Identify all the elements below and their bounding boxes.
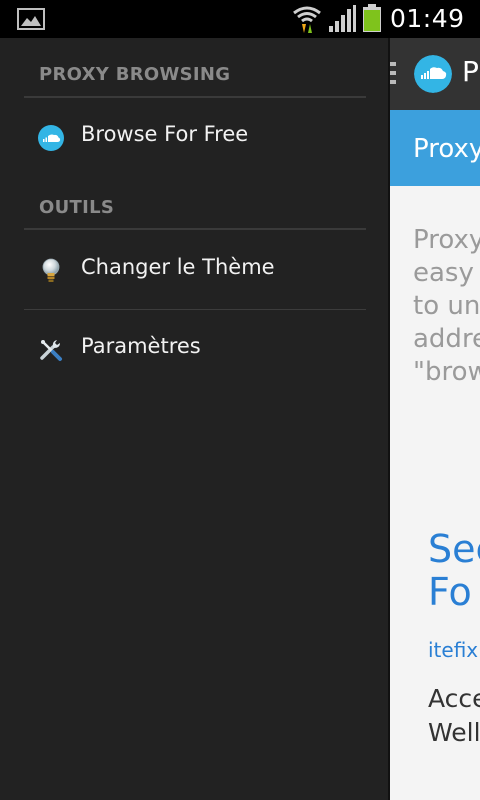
wifi-icon [293, 6, 321, 33]
section-header-outils: OUTILS [39, 197, 115, 218]
app-logo-icon[interactable] [414, 55, 452, 93]
intro-line: "brow [413, 357, 480, 387]
section-divider [24, 228, 366, 230]
action-bar: P [390, 38, 480, 110]
navigation-drawer: PROXY BROWSING Browse For Free OUTILS Ch… [0, 38, 388, 800]
battery-icon [363, 4, 381, 32]
drawer-item-browse-for-free[interactable]: Browse For Free [0, 108, 388, 168]
tools-icon [40, 340, 62, 361]
action-bar-title: P [462, 55, 479, 88]
item-divider [24, 309, 366, 310]
drawer-item-changer-le-theme[interactable]: Changer le Thème [0, 241, 388, 301]
drawer-item-label: Browse For Free [81, 122, 249, 146]
drawer-item-label: Changer le Thème [81, 255, 275, 279]
main-content: P Proxy Proxy easy to un addre "brow Sec… [390, 38, 480, 800]
result-description: Acce Well [428, 682, 480, 750]
band-title: Proxy [413, 134, 480, 164]
intro-text: Proxy easy to un addre "brow [413, 224, 480, 389]
drawer-indicator-icon[interactable] [390, 62, 396, 88]
clock: 01:49 [390, 4, 465, 33]
description-line: Acce [428, 684, 480, 713]
section-header-proxy-browsing: PROXY BROWSING [39, 64, 231, 85]
status-bar: 01:49 [0, 0, 480, 38]
cloud-icon [38, 125, 64, 151]
intro-line: addre [413, 324, 480, 354]
gallery-icon [17, 8, 45, 30]
result-url-link[interactable]: itefix. [428, 638, 480, 662]
result-title-link[interactable]: Sec Fo [428, 528, 480, 614]
signal-icon [329, 5, 356, 32]
section-divider [24, 96, 366, 98]
result-title-line: Sec [428, 527, 480, 571]
intro-line: easy [413, 258, 474, 288]
description-line: Well [428, 718, 480, 747]
drawer-item-parametres[interactable]: Paramètres [0, 320, 388, 380]
lightbulb-icon [42, 258, 60, 282]
drawer-item-label: Paramètres [81, 334, 201, 358]
intro-line: to un [413, 291, 480, 321]
drawer-shadow-edge [388, 38, 390, 800]
intro-line: Proxy [413, 225, 480, 255]
result-title-line: Fo [428, 570, 472, 614]
